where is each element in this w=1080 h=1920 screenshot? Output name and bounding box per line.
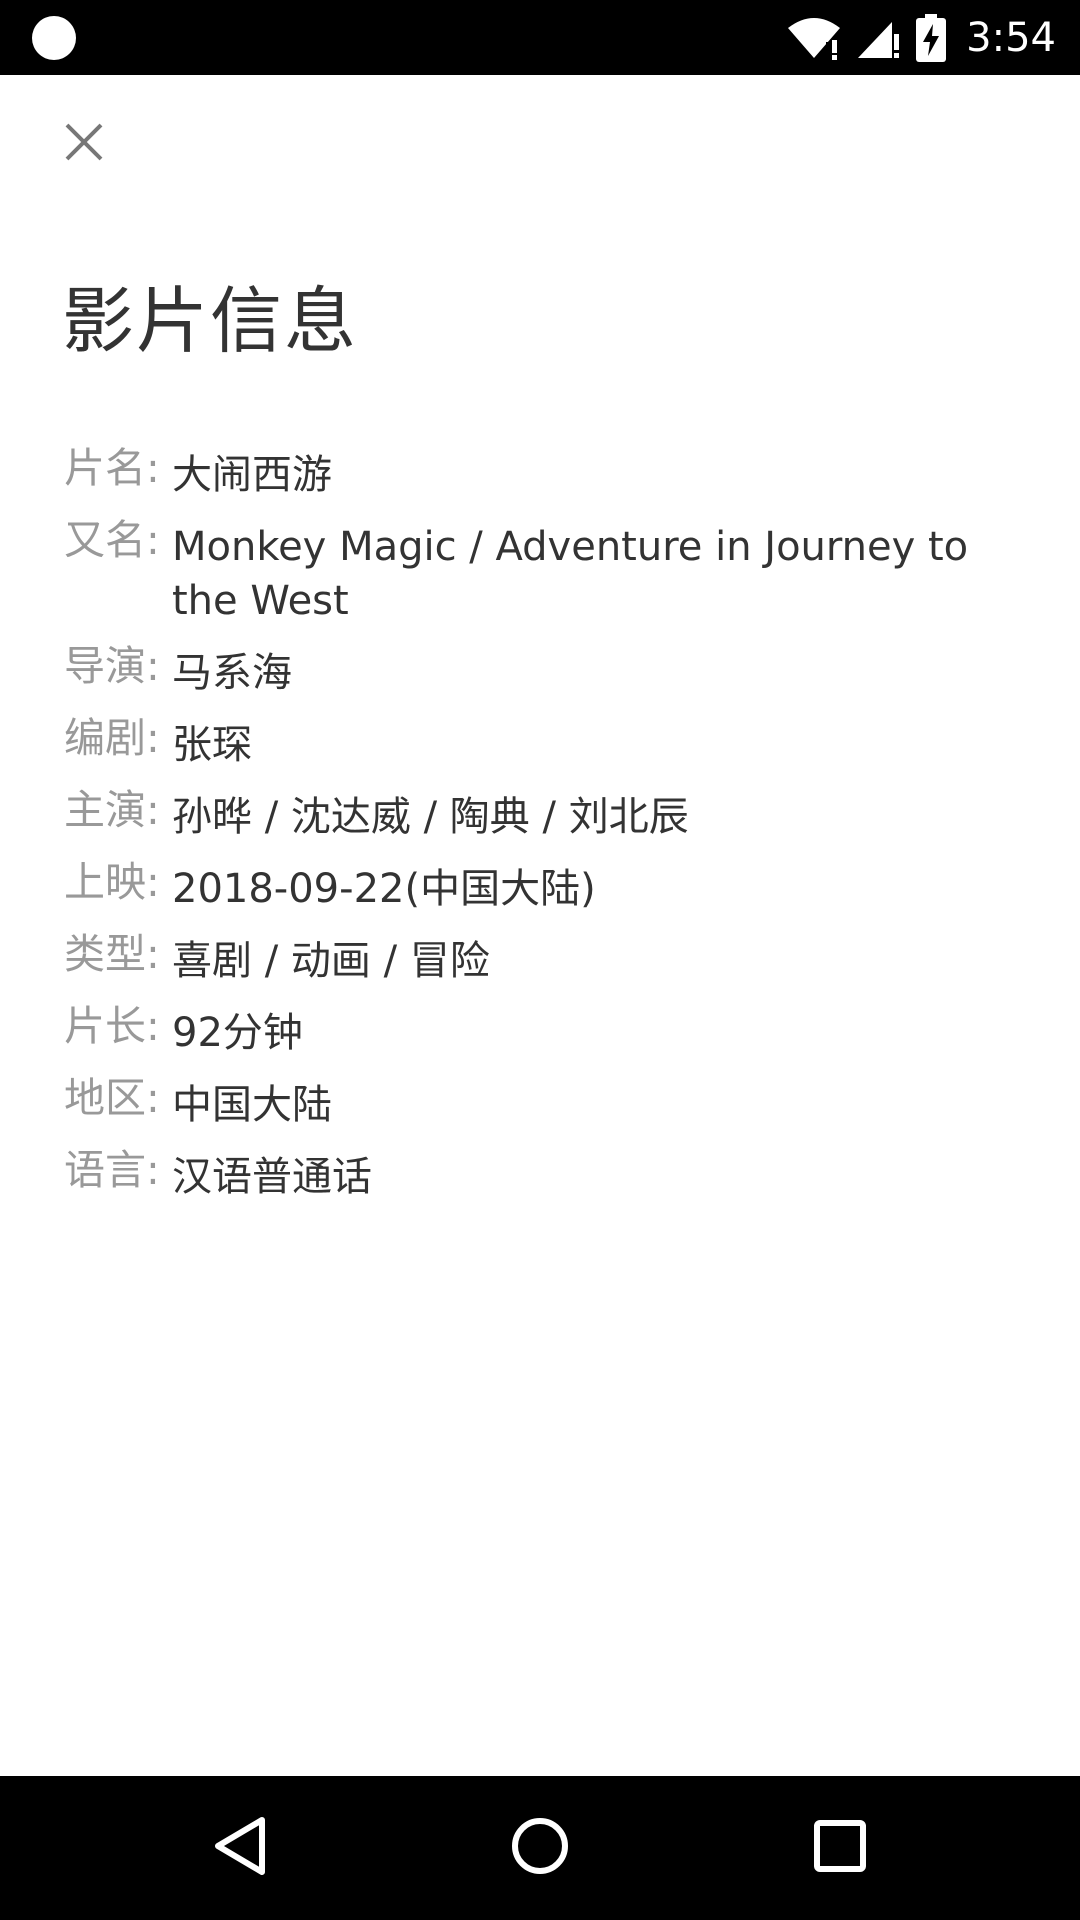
info-row-runtime: 片长: 92分钟 [64, 1000, 1004, 1060]
info-list: 片名: 大闹西游 又名: Monkey Magic / Adventure in… [64, 442, 1004, 1216]
info-row-release: 上映: 2018-09-22(中国大陆) [64, 856, 1004, 916]
info-label: 编剧: [64, 714, 160, 762]
info-label: 主演: [64, 786, 160, 834]
battery-charging-icon [916, 13, 947, 62]
info-value: 喜剧 / 动画 / 冒险 [172, 938, 490, 984]
home-icon [510, 1816, 570, 1880]
info-row-genre: 类型: 喜剧 / 动画 / 冒险 [64, 928, 1004, 988]
info-value: 张琛 [172, 722, 252, 768]
info-label: 语言: [64, 1146, 160, 1194]
info-row-cast: 主演: 孙晔 / 沈达威 / 陶典 / 刘北辰 [64, 784, 1004, 844]
info-row-language: 语言: 汉语普通话 [64, 1144, 1004, 1204]
status-bar: 3:54 [0, 0, 1080, 75]
screen: 3:54 影片信息 片名: 大闹西游 又名: Monkey Magic / Ad… [0, 0, 1080, 1920]
info-value: 中国大陆 [172, 1082, 332, 1128]
notification-dot-icon [32, 16, 76, 60]
info-row-region: 地区: 中国大陆 [64, 1072, 1004, 1132]
info-row-writer: 编剧: 张琛 [64, 712, 1004, 772]
info-label: 片名: [64, 444, 160, 492]
close-button[interactable] [58, 118, 110, 170]
recents-button[interactable] [780, 1776, 900, 1920]
info-value: 汉语普通话 [172, 1154, 372, 1200]
info-label: 上映: [64, 858, 160, 906]
info-row-aka: 又名: Monkey Magic / Adventure in Journey … [64, 514, 1004, 628]
status-time: 3:54 [966, 14, 1056, 61]
back-button[interactable] [180, 1776, 300, 1920]
info-value: 大闹西游 [172, 452, 332, 498]
navigation-bar [0, 1776, 1080, 1920]
info-row-title: 片名: 大闹西游 [64, 442, 1004, 502]
info-label: 类型: [64, 930, 160, 978]
info-value: 马系海 [172, 650, 292, 696]
info-value: 92分钟 [172, 1010, 303, 1056]
info-value: Monkey Magic / Adventure in Journey to t… [172, 524, 969, 624]
home-button[interactable] [480, 1776, 600, 1920]
info-label: 导演: [64, 642, 160, 690]
info-label: 片长: [64, 1002, 160, 1050]
page-title: 影片信息 [62, 279, 359, 363]
back-icon [212, 1816, 268, 1880]
info-row-director: 导演: 马系海 [64, 640, 1004, 700]
close-icon [64, 122, 104, 166]
status-right: 3:54 [786, 0, 1056, 75]
recents-icon [813, 1819, 867, 1877]
info-value: 2018-09-22(中国大陆) [172, 866, 596, 912]
signal-icon [856, 16, 902, 60]
wifi-icon [786, 16, 842, 60]
info-value: 孙晔 / 沈达威 / 陶典 / 刘北辰 [172, 794, 689, 840]
info-label: 又名: [64, 516, 160, 564]
info-label: 地区: [64, 1074, 160, 1122]
